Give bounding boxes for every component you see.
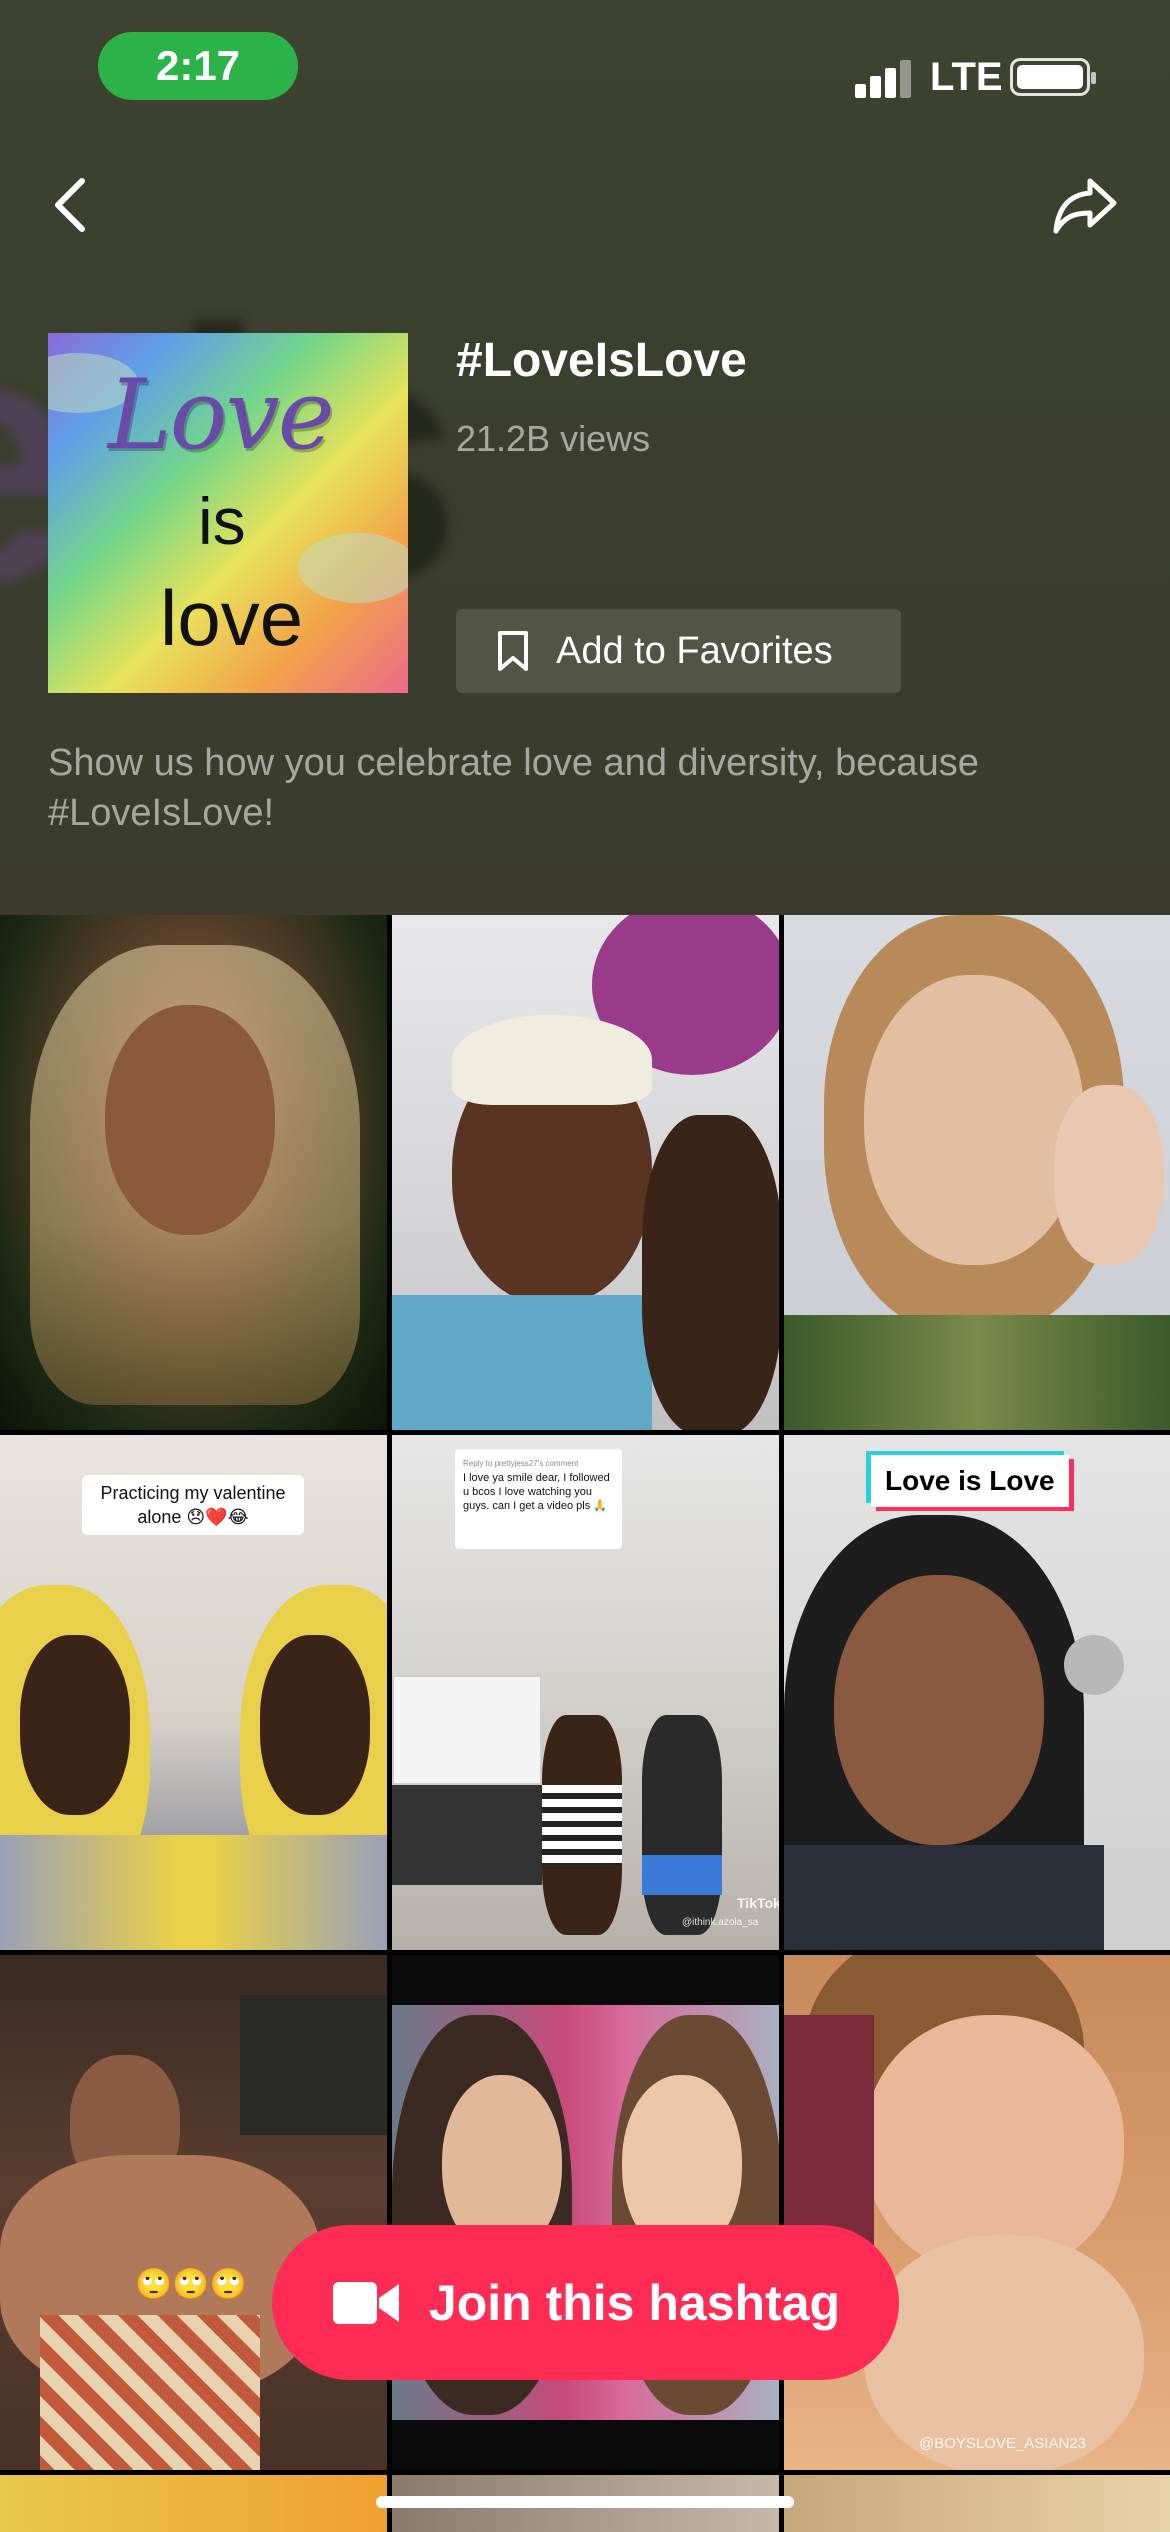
hashtag-title: #LoveIsLove (456, 334, 747, 387)
reply-header: Reply to prettyjess27's comment (463, 1459, 579, 1468)
back-button[interactable] (30, 165, 110, 245)
cover-text-is: is (198, 484, 246, 558)
hashtag-cover-image: Love is love (48, 333, 408, 693)
share-button[interactable] (1045, 165, 1125, 245)
video-thumbnail[interactable] (392, 915, 779, 1430)
video-thumbnail[interactable] (784, 915, 1170, 1430)
video-thumbnail[interactable] (0, 915, 387, 1430)
cover-text-love-lower: love (160, 574, 304, 662)
video-caption: I love ya smile dear, I followed u bcos … (463, 1472, 610, 1512)
bookmark-icon (498, 631, 528, 671)
video-thumbnail[interactable] (392, 1955, 779, 2470)
share-arrow-icon (1053, 178, 1117, 234)
tiktok-watermark: TikTok (737, 1895, 779, 1911)
video-caption: Love is Love (871, 1455, 1069, 1507)
video-thumbnail[interactable]: @BOYSLOVE_ASIAN23 (784, 1955, 1170, 2470)
battery-icon (1010, 58, 1096, 96)
home-indicator[interactable] (376, 2496, 794, 2508)
add-to-favorites-button[interactable]: Add to Favorites (456, 609, 901, 693)
status-time[interactable]: 2:17 (98, 32, 298, 100)
video-thumbnail[interactable]: 🙄🙄🙄 (0, 1955, 387, 2470)
video-thumbnail[interactable] (784, 2475, 1170, 2532)
cover-text-love: Love (108, 359, 335, 471)
creator-handle: @BOYSLOVE_ASIAN23 (919, 2435, 1086, 2452)
network-label: LTE (930, 55, 1003, 99)
video-caption: Practicing my valentine alone 😞❤️😂 (82, 1475, 304, 1535)
view-count: 21.2B views (456, 418, 651, 459)
hashtag-header: e is 2:17 LTE Love is love #LoveIsLove 2… (0, 0, 1170, 915)
video-thumbnail[interactable] (0, 2475, 387, 2532)
add-to-favorites-label: Add to Favorites (556, 629, 833, 672)
video-camera-icon (332, 2281, 399, 2324)
status-bar: 2:17 LTE (0, 0, 1170, 130)
video-thumbnail[interactable]: Reply to prettyjess27's comment I love y… (392, 1435, 779, 1950)
video-thumbnail[interactable]: Practicing my valentine alone 😞❤️😂 (0, 1435, 387, 1950)
chevron-left-icon (55, 178, 85, 232)
signal-icon (855, 58, 915, 98)
join-hashtag-button[interactable]: Join this hashtag (272, 2225, 899, 2380)
comment-reply-card: Reply to prettyjess27's comment I love y… (455, 1449, 622, 1549)
hashtag-description: Show us how you celebrate love and diver… (48, 742, 979, 834)
creator-handle: @ithink.azola_sa (682, 1917, 759, 1928)
join-hashtag-label: Join this hashtag (428, 2274, 841, 2331)
video-caption: 🙄🙄🙄 (135, 2268, 248, 2301)
video-thumbnail[interactable]: Love is Love (784, 1435, 1170, 1950)
